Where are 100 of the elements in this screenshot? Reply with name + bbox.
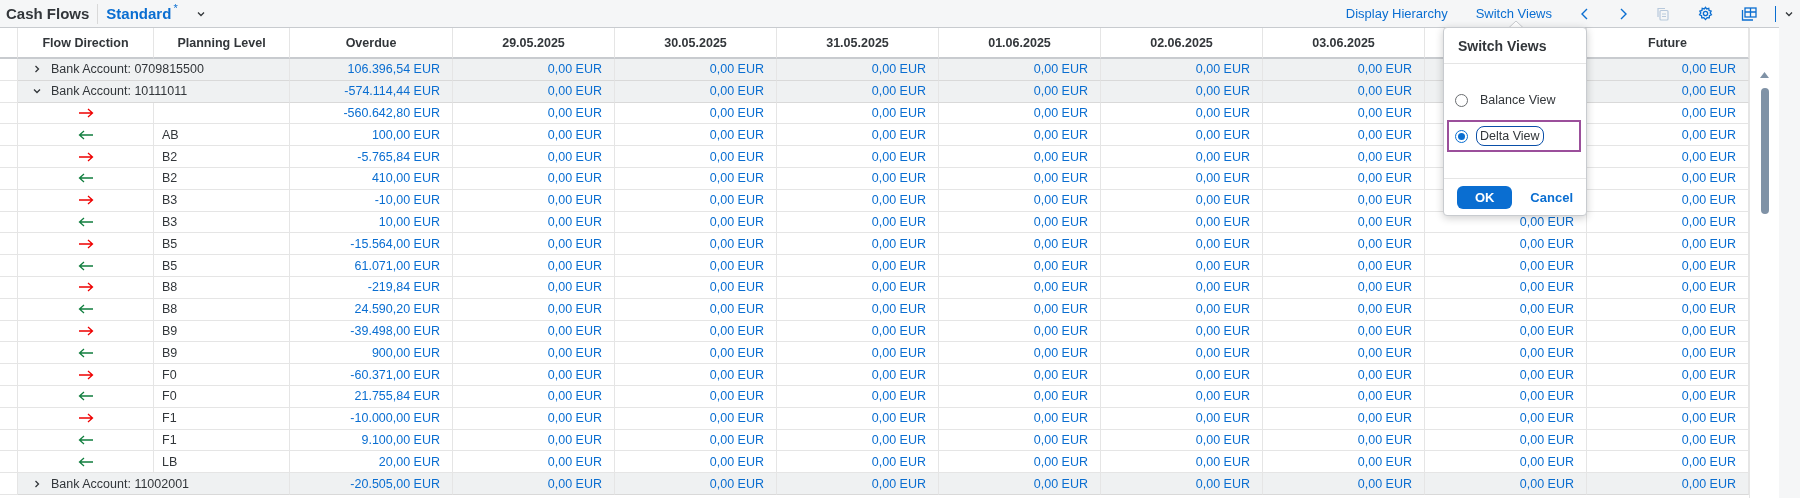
amount-cell: 0,00 EUR (709, 367, 764, 382)
amount-cell: 0,00 EUR (1195, 389, 1250, 404)
planning-level-cell: F1 (162, 432, 177, 447)
amount-cell: 0,00 EUR (1681, 345, 1736, 360)
radio-label[interactable]: Delta View (1476, 126, 1544, 146)
planning-level-cell: B8 (162, 302, 178, 317)
amount-cell: -5.765,84 EUR (357, 149, 440, 164)
amount-cell: 0,00 EUR (1195, 454, 1250, 469)
amount-cell: 0,00 EUR (1195, 193, 1250, 208)
cancel-button[interactable]: Cancel (1530, 189, 1573, 205)
amount-cell: -560.642,80 EUR (343, 106, 440, 120)
toolbar-link[interactable]: Switch Views (1475, 6, 1552, 21)
planning-level-cell: B3 (162, 193, 178, 208)
amount-cell: 0,00 EUR (1681, 411, 1736, 426)
amount-cell: 0,00 EUR (1681, 367, 1736, 382)
amount-cell: 0,00 EUR (871, 127, 926, 142)
amount-cell: 0,00 EUR (1357, 323, 1412, 338)
amount-cell: 0,00 EUR (1033, 62, 1088, 77)
chevron-right-icon[interactable] (1618, 7, 1628, 20)
amount-cell: 0,00 EUR (1033, 236, 1088, 251)
amount-cell: 0,00 EUR (871, 411, 926, 426)
amount-cell: 0,00 EUR (871, 84, 926, 99)
amount-cell: 0,00 EUR (1033, 280, 1088, 295)
radio-option[interactable]: Delta View (1447, 120, 1581, 152)
amount-cell: 0,00 EUR (1519, 411, 1574, 426)
amount-cell: 0,00 EUR (1519, 389, 1574, 404)
amount-cell: 0,00 EUR (547, 411, 602, 426)
amount-cell: 0,00 EUR (1519, 345, 1574, 360)
amount-cell: 0,00 EUR (1519, 367, 1574, 382)
column-header[interactable]: 01.06.2025 (988, 35, 1051, 50)
column-header[interactable]: 30.05.2025 (664, 35, 727, 50)
toolbar-link[interactable]: Display Hierarchy (1345, 6, 1448, 21)
amount-cell: 0,00 EUR (1681, 171, 1736, 186)
chevron-left-icon[interactable] (1580, 7, 1590, 20)
amount-cell: 0,00 EUR (1195, 214, 1250, 229)
amount-cell: 0,00 EUR (1195, 367, 1250, 382)
amount-cell: 0,00 EUR (1357, 236, 1412, 251)
amount-cell: 0,00 EUR (1357, 476, 1412, 491)
amount-cell: 0,00 EUR (709, 106, 764, 120)
amount-cell: 0,00 EUR (1681, 454, 1736, 469)
amount-cell: -574.114,44 EUR (344, 84, 440, 99)
amount-cell: 0,00 EUR (1195, 62, 1250, 77)
scrollbar-thumb[interactable] (1760, 88, 1769, 214)
amount-cell: 0,00 EUR (709, 476, 764, 491)
amount-cell: 0,00 EUR (1033, 345, 1088, 360)
amount-cell: 0,00 EUR (1195, 432, 1250, 447)
column-header[interactable]: Planning Level (177, 35, 266, 50)
amount-cell: 0,00 EUR (1357, 258, 1412, 273)
amount-cell: 0,00 EUR (871, 106, 926, 120)
amount-cell: 0,00 EUR (709, 236, 764, 251)
settings-icon[interactable] (1698, 6, 1713, 21)
planning-level-cell: F0 (162, 389, 177, 404)
amount-cell: 0,00 EUR (1033, 432, 1088, 447)
amount-cell: 0,00 EUR (1033, 367, 1088, 382)
chevron-right-icon[interactable] (32, 478, 42, 489)
scroll-up-icon[interactable] (1760, 72, 1769, 78)
amount-cell: 0,00 EUR (709, 193, 764, 208)
amount-cell: 0,00 EUR (1519, 323, 1574, 338)
scrollbar[interactable] (1749, 27, 1779, 498)
radio-option[interactable]: Balance View (1447, 84, 1581, 116)
variant-selector[interactable]: Standard (106, 5, 172, 22)
amount-cell: 0,00 EUR (547, 171, 602, 186)
amount-cell: 900,00 EUR (371, 345, 440, 360)
column-header[interactable]: Future (1648, 35, 1687, 50)
column-header[interactable]: 03.06.2025 (1312, 35, 1375, 50)
amount-cell: 24.590,20 EUR (354, 302, 440, 317)
amount-cell: -15.564,00 EUR (350, 236, 440, 251)
amount-cell: 0,00 EUR (871, 454, 926, 469)
amount-cell: 0,00 EUR (1033, 302, 1088, 317)
amount-cell: -219,84 EUR (367, 280, 440, 295)
amount-cell: 0,00 EUR (1033, 454, 1088, 469)
amount-cell: 0,00 EUR (709, 432, 764, 447)
amount-cell: 0,00 EUR (1033, 171, 1088, 186)
column-header[interactable]: Overdue (345, 35, 397, 50)
radio-label[interactable]: Balance View (1476, 90, 1560, 110)
amount-cell: 0,00 EUR (1357, 454, 1412, 469)
table-icon[interactable] (1741, 6, 1757, 21)
column-header[interactable]: 31.05.2025 (826, 35, 889, 50)
amount-cell: 0,00 EUR (1195, 171, 1250, 186)
amount-cell: 0,00 EUR (1033, 476, 1088, 491)
column-header[interactable]: 02.06.2025 (1150, 35, 1213, 50)
chevron-right-icon[interactable] (32, 64, 42, 75)
amount-cell: 0,00 EUR (1357, 106, 1412, 120)
amount-cell: 20,00 EUR (378, 454, 440, 469)
amount-cell: 0,00 EUR (1519, 280, 1574, 295)
amount-cell: 0,00 EUR (547, 258, 602, 273)
amount-cell: -10.000,00 EUR (350, 411, 440, 426)
amount-cell: 0,00 EUR (1195, 411, 1250, 426)
amount-cell: 0,00 EUR (1681, 149, 1736, 164)
amount-cell: 9.100,00 EUR (361, 432, 440, 447)
planning-level-cell: B2 (162, 171, 178, 186)
amount-cell: 0,00 EUR (709, 411, 764, 426)
column-header[interactable]: Flow Direction (42, 35, 129, 50)
amount-cell: 0,00 EUR (871, 389, 926, 404)
amount-cell: 0,00 EUR (547, 127, 602, 142)
column-header[interactable]: 29.05.2025 (502, 35, 565, 50)
amount-cell: 0,00 EUR (547, 62, 602, 77)
amount-cell: 0,00 EUR (547, 476, 602, 491)
ok-button[interactable]: OK (1457, 185, 1513, 209)
amount-cell: 0,00 EUR (547, 389, 602, 404)
